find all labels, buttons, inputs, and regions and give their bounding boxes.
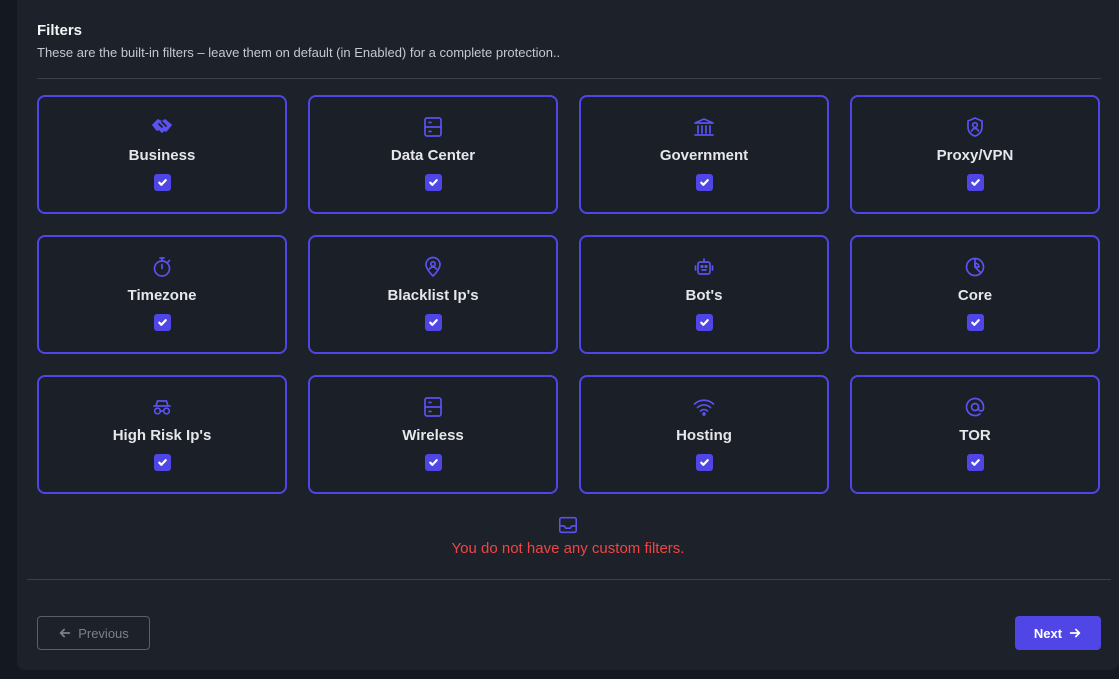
check-icon — [970, 179, 980, 186]
robot-icon — [691, 254, 717, 280]
filter-label: Hosting — [676, 427, 732, 444]
filter-card-blacklist-ips[interactable]: Blacklist Ip's — [308, 235, 558, 354]
arrow-right-icon — [1069, 628, 1081, 638]
filter-card-bots[interactable]: Bot's — [579, 235, 829, 354]
filter-label: Core — [957, 287, 993, 304]
arrow-left-icon — [59, 628, 71, 638]
incognito-icon — [149, 394, 175, 420]
filters-header: Filters These are the built-in filters –… — [37, 22, 560, 60]
custom-filters-empty-state: You do not have any custom filters. — [17, 514, 1119, 557]
filter-card-proxy-vpn[interactable]: Proxy/VPN — [850, 95, 1100, 214]
pie-chart-icon — [962, 254, 988, 280]
next-button[interactable]: Next — [1015, 616, 1101, 650]
filter-label: Government — [659, 147, 749, 164]
check-icon — [970, 319, 980, 326]
location-user-icon — [420, 254, 446, 280]
filter-checkbox[interactable] — [695, 454, 713, 471]
filter-checkbox[interactable] — [424, 174, 442, 191]
previous-button[interactable]: Previous — [37, 616, 150, 650]
check-icon — [699, 319, 709, 326]
divider — [27, 579, 1111, 580]
server-icon — [420, 114, 446, 140]
check-icon — [699, 459, 709, 466]
next-label: Next — [1033, 625, 1063, 641]
check-icon — [699, 179, 709, 186]
check-icon — [428, 459, 438, 466]
check-icon — [970, 459, 980, 466]
filter-checkbox[interactable] — [695, 174, 713, 191]
filter-checkbox[interactable] — [966, 314, 984, 331]
filter-card-high-risk-ips[interactable]: High Risk Ip's — [37, 375, 287, 494]
filter-grid: Business Data Center Government Proxy/VP… — [37, 95, 1100, 494]
at-sign-icon — [962, 394, 988, 420]
filter-checkbox[interactable] — [153, 314, 171, 331]
wifi-icon — [691, 394, 717, 420]
check-icon — [428, 319, 438, 326]
page-subtitle: These are the built-in filters – leave t… — [37, 45, 561, 60]
building-columns-icon — [691, 114, 717, 140]
filter-checkbox[interactable] — [153, 454, 171, 471]
filter-checkbox[interactable] — [424, 314, 442, 331]
handshake-icon — [149, 114, 175, 140]
filters-panel: Filters These are the built-in filters –… — [17, 0, 1119, 670]
filter-checkbox[interactable] — [424, 454, 442, 471]
page-title: Filters — [37, 22, 83, 39]
empty-message: You do not have any custom filters. — [451, 540, 685, 557]
check-icon — [157, 319, 167, 326]
filter-label: Blacklist Ip's — [387, 287, 479, 304]
filter-label: Data Center — [390, 147, 476, 164]
filter-card-wireless[interactable]: Wireless — [308, 375, 558, 494]
shield-user-icon — [962, 114, 988, 140]
filter-checkbox[interactable] — [153, 174, 171, 191]
inbox-icon — [558, 516, 578, 534]
server-icon — [420, 394, 446, 420]
filter-card-tor[interactable]: TOR — [850, 375, 1100, 494]
filter-card-data-center[interactable]: Data Center — [308, 95, 558, 214]
filter-card-core[interactable]: Core — [850, 235, 1100, 354]
filter-label: Wireless — [402, 427, 464, 444]
filter-card-government[interactable]: Government — [579, 95, 829, 214]
filter-label: Business — [128, 147, 196, 164]
filter-label: Timezone — [127, 287, 197, 304]
check-icon — [428, 179, 438, 186]
filter-checkbox[interactable] — [966, 174, 984, 191]
stopwatch-icon — [149, 254, 175, 280]
check-icon — [157, 459, 167, 466]
divider — [37, 78, 1101, 79]
previous-label: Previous — [78, 625, 129, 641]
filter-card-business[interactable]: Business — [37, 95, 287, 214]
filter-checkbox[interactable] — [966, 454, 984, 471]
filter-label: Proxy/VPN — [936, 147, 1014, 164]
filter-card-timezone[interactable]: Timezone — [37, 235, 287, 354]
filter-checkbox[interactable] — [695, 314, 713, 331]
filter-label: TOR — [959, 427, 991, 444]
filter-label: Bot's — [685, 287, 723, 304]
check-icon — [157, 179, 167, 186]
filter-card-hosting[interactable]: Hosting — [579, 375, 829, 494]
filter-label: High Risk Ip's — [112, 427, 212, 444]
